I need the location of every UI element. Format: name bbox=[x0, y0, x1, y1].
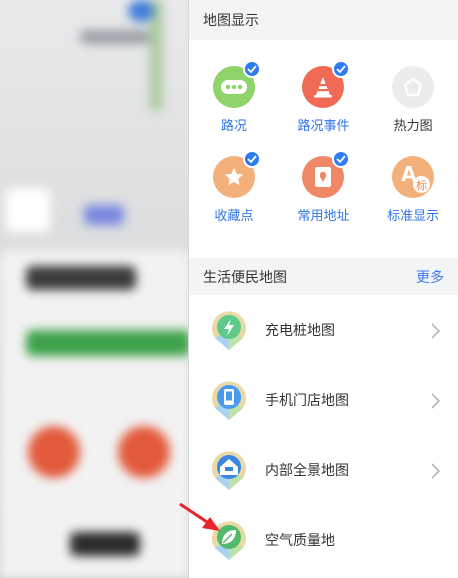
list-item-charging-map[interactable]: 充电桩地图 bbox=[189, 295, 458, 365]
toggle-favorites-label: 收藏点 bbox=[214, 209, 254, 224]
checked-icon bbox=[242, 60, 261, 78]
list-item-label: 内部全景地图 bbox=[265, 463, 349, 479]
map-display-title: 地图显示 bbox=[203, 13, 259, 29]
toggle-traffic-events-label: 路况事件 bbox=[297, 119, 350, 134]
traffic-icon bbox=[212, 60, 261, 108]
map-background bbox=[0, 0, 190, 578]
life-maps-header: 生活便民地图 更多 bbox=[189, 259, 458, 295]
panorama-house-icon bbox=[212, 451, 246, 490]
toggle-traffic-events[interactable]: 路况事件 bbox=[279, 60, 369, 134]
layers-panel: 地图显示 路况 路况事件 热力图 收藏点 常用地址 A 标 标准显示 生活便民地… bbox=[188, 0, 458, 578]
list-item-panorama-map[interactable]: 内部全景地图 bbox=[189, 435, 458, 505]
toggle-standard-display[interactable]: A 标 标准显示 bbox=[368, 156, 458, 224]
map-display-card: 路况 路况事件 热力图 收藏点 常用地址 A 标 标准显示 bbox=[189, 40, 458, 258]
toggle-traffic-label: 路况 bbox=[220, 119, 247, 134]
chevron-right-icon bbox=[431, 323, 440, 339]
toggle-common-addresses[interactable]: 常用地址 bbox=[279, 150, 369, 224]
toggle-favorites[interactable]: 收藏点 bbox=[189, 150, 279, 224]
phone-icon bbox=[212, 381, 246, 420]
address-book-icon bbox=[302, 150, 351, 198]
life-maps-list: 充电桩地图 手机门店地图 内部全景地图 空气质量地 bbox=[189, 295, 458, 578]
traffic-cone-icon bbox=[302, 60, 351, 108]
map-display-header: 地图显示 bbox=[189, 0, 458, 40]
chevron-right-icon bbox=[431, 393, 440, 409]
standard-display-icon: A 标 bbox=[392, 156, 435, 198]
toggle-heatmap[interactable]: 热力图 bbox=[368, 66, 458, 134]
list-item-phone-store-map[interactable]: 手机门店地图 bbox=[189, 365, 458, 435]
checked-icon bbox=[332, 150, 351, 168]
checked-icon bbox=[332, 60, 351, 78]
list-item-label: 手机门店地图 bbox=[265, 393, 349, 409]
charging-bolt-icon bbox=[212, 311, 246, 350]
more-link[interactable]: 更多 bbox=[416, 267, 444, 287]
annotation-arrow bbox=[179, 502, 220, 531]
toggle-traffic[interactable]: 路况 bbox=[189, 60, 279, 134]
checked-icon bbox=[242, 150, 261, 168]
list-item-label: 充电桩地图 bbox=[265, 323, 335, 339]
list-item-label: 空气质量地 bbox=[265, 533, 335, 549]
list-item-air-quality-map[interactable]: 空气质量地 bbox=[189, 505, 458, 575]
heatmap-pentagon-icon bbox=[392, 66, 435, 108]
life-maps-title: 生活便民地图 bbox=[203, 270, 287, 286]
star-icon bbox=[212, 150, 261, 198]
toggle-common-addresses-label: 常用地址 bbox=[297, 209, 350, 224]
toggle-heatmap-label: 热力图 bbox=[393, 119, 433, 134]
toggle-standard-display-label: 标准显示 bbox=[387, 209, 440, 224]
chevron-right-icon bbox=[431, 463, 440, 479]
standard-display-badge: 标 bbox=[413, 176, 431, 193]
